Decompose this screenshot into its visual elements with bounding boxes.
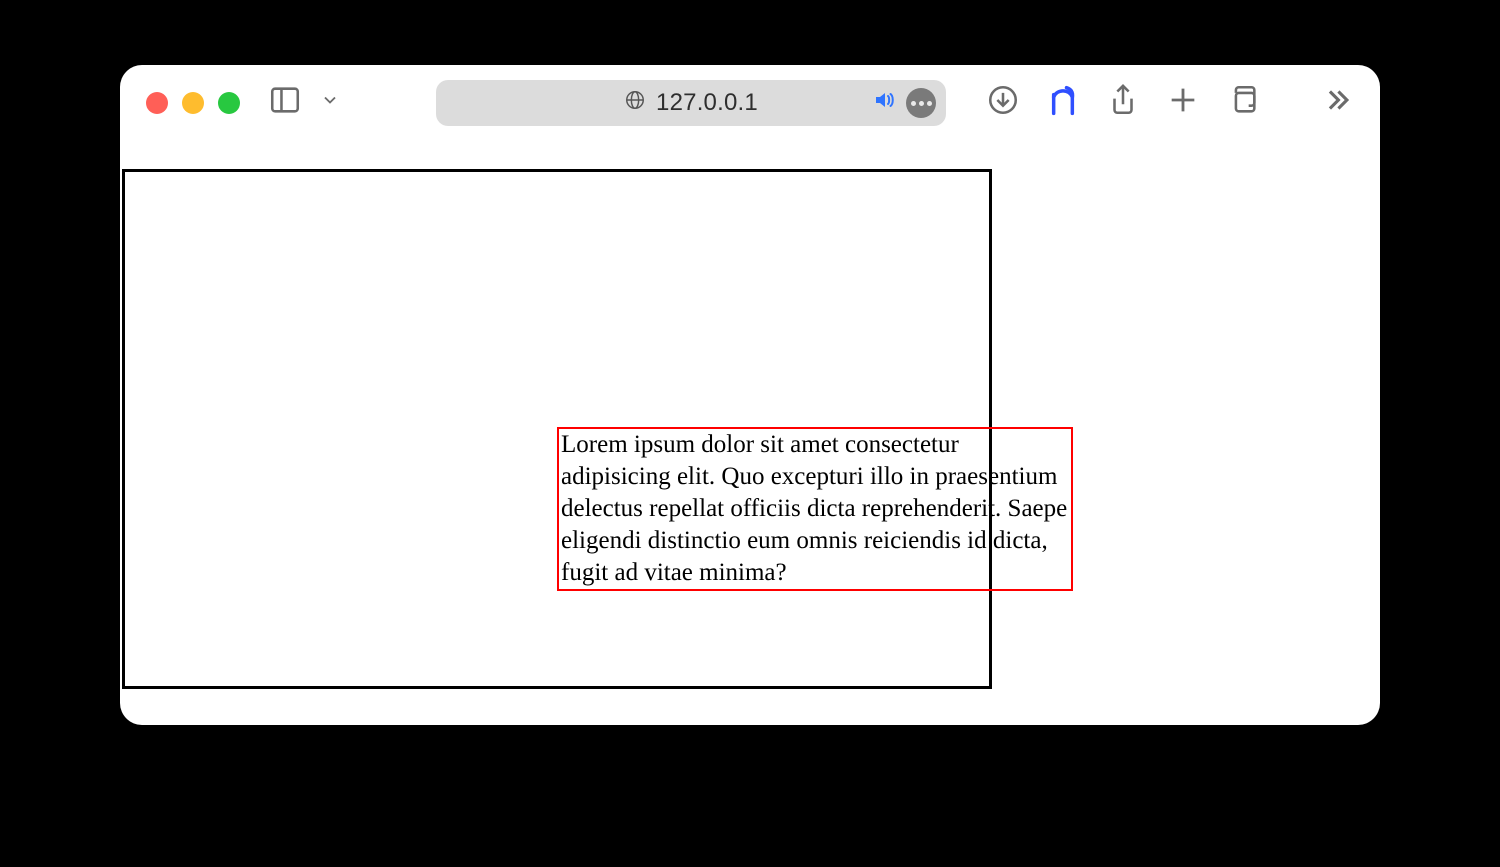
globe-icon — [624, 89, 646, 117]
chevron-down-icon — [320, 90, 340, 116]
address-bar[interactable]: 127.0.0.1 — [436, 80, 946, 126]
plus-icon — [1166, 83, 1200, 123]
honey-extension-button[interactable] — [1046, 86, 1080, 120]
tab-overview-button[interactable] — [1226, 86, 1260, 120]
sidebar-icon — [268, 83, 302, 123]
maximize-window-button[interactable] — [218, 92, 240, 114]
honey-icon — [1049, 85, 1077, 122]
close-window-button[interactable] — [146, 92, 168, 114]
sidebar-toggle-button[interactable] — [268, 86, 302, 120]
page-viewport: Lorem ipsum dolor sit amet consectetur a… — [120, 141, 1380, 725]
chevrons-right-icon — [1320, 83, 1354, 123]
downloads-button[interactable] — [986, 86, 1020, 120]
page-content: Lorem ipsum dolor sit amet consectetur a… — [120, 157, 1380, 725]
share-button[interactable] — [1106, 86, 1140, 120]
toolbar-overflow-button[interactable] — [1320, 86, 1354, 120]
new-tab-button[interactable] — [1166, 86, 1200, 120]
address-bar-center: 127.0.0.1 — [436, 89, 946, 117]
minimize-window-button[interactable] — [182, 92, 204, 114]
download-icon — [986, 83, 1020, 123]
share-icon — [1106, 83, 1140, 123]
browser-toolbar: 127.0.0.1 — [120, 65, 1380, 141]
browser-window: 127.0.0.1 — [120, 65, 1380, 725]
positioned-child-box: Lorem ipsum dolor sit amet consectetur a… — [557, 427, 1073, 591]
tab-group-dropdown[interactable] — [320, 86, 340, 120]
traffic-lights — [146, 92, 240, 114]
tabs-icon — [1226, 83, 1260, 123]
address-bar-text: 127.0.0.1 — [656, 89, 758, 117]
